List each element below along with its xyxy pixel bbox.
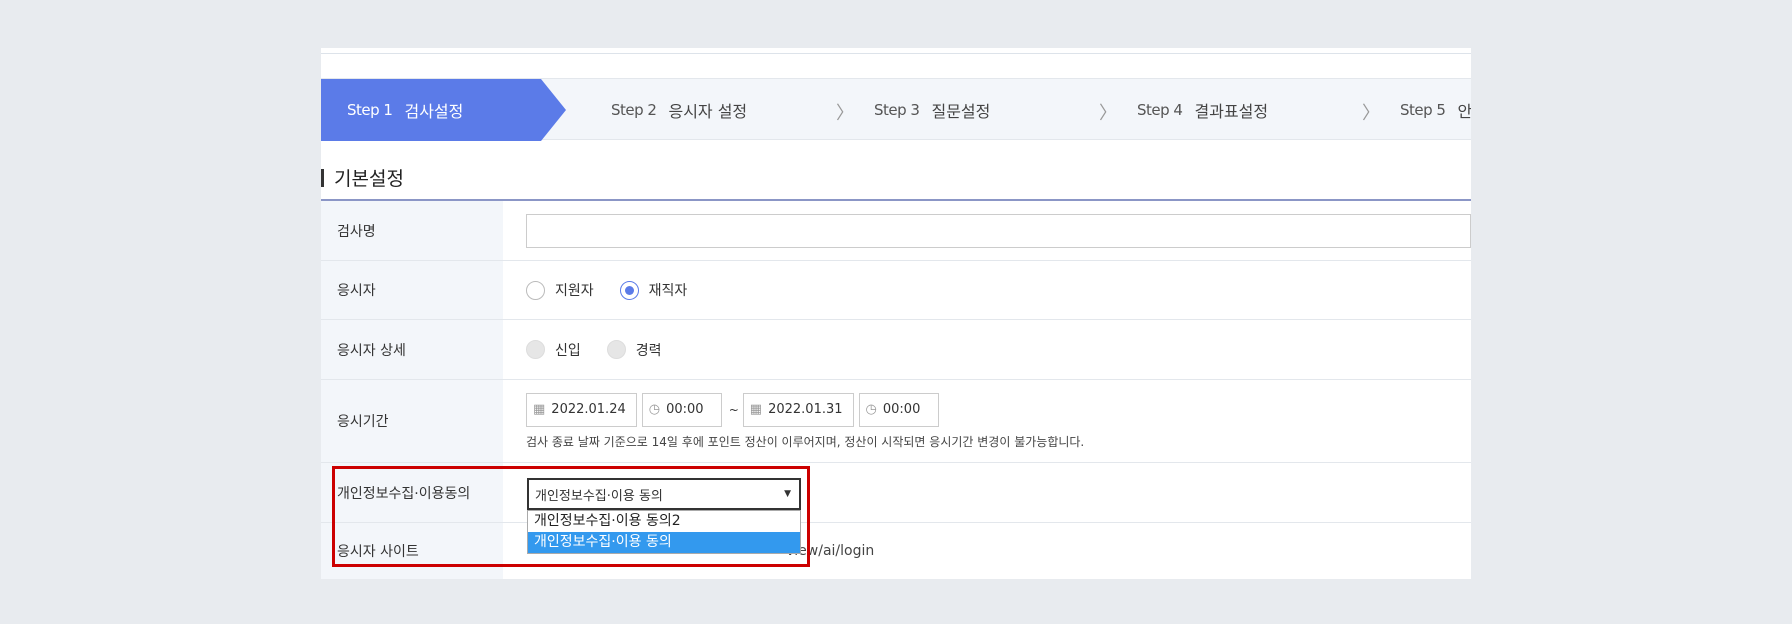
step-1[interactable]: Step 1 검사설정 — [321, 79, 566, 141]
chevron-right-icon: 〉 — [1362, 103, 1380, 124]
end-time-input[interactable]: ◷ 00:00 — [858, 392, 939, 427]
radio-employee[interactable]: 재직자 — [619, 280, 687, 300]
chevron-right-icon: 〉 — [836, 103, 854, 124]
calendar-icon: ▦ — [749, 402, 763, 417]
label: 검사명 — [321, 201, 503, 260]
annotation-highlight-box — [332, 466, 810, 567]
chevron-right-icon: 〉 — [1099, 103, 1117, 124]
step-2[interactable]: Step 2 응시자 설정 — [611, 79, 747, 141]
calendar-icon: ▦ — [533, 402, 546, 417]
row-examinee: 응시자 지원자 재직자 — [321, 261, 1471, 320]
end-date-input[interactable]: ▦ 2022.01.31 — [742, 392, 854, 427]
clock-icon: ◷ — [648, 402, 661, 417]
row-exam-name: 검사명 — [321, 201, 1471, 261]
radio-experienced[interactable]: 경력 — [606, 340, 662, 360]
divider — [321, 53, 1471, 54]
clock-icon: ◷ — [865, 402, 877, 417]
step-4[interactable]: Step 4 결과표설정 — [1137, 79, 1268, 141]
label: 응시자 상세 — [321, 320, 503, 379]
start-date-input[interactable]: ▦ 2022.01.24 — [526, 392, 637, 427]
radio-new[interactable]: 신입 — [526, 340, 581, 360]
exam-name-input[interactable] — [526, 213, 1471, 248]
period-hint: 검사 종료 날짜 기준으로 14일 후에 포인트 정산이 이루어지며, 정산이 … — [526, 434, 1085, 449]
radio-applicant[interactable]: 지원자 — [526, 280, 594, 300]
step-navigation: Step 1 검사설정 Step 2 응시자 설정 〉 Step 3 질문설정 〉 S… — [321, 78, 1471, 141]
row-period: 응시기간 ▦ 2022.01.24 ◷ 00:00 ~ ▦ 2022.01.31 ◷ 0… — [321, 380, 1471, 463]
start-time-input[interactable]: ◷ 00:00 — [641, 392, 722, 427]
step-3[interactable]: Step 3 질문설정 — [874, 79, 990, 141]
step-5[interactable]: Step 5안 — [1400, 79, 1471, 141]
row-examinee-detail: 응시자 상세 신입 경력 — [321, 320, 1471, 380]
label: 응시기간 — [321, 380, 503, 462]
site-url[interactable]: view/ai/login — [786, 523, 1471, 579]
section-title: 기본설정 — [321, 164, 404, 191]
label: 응시자 — [321, 261, 503, 319]
